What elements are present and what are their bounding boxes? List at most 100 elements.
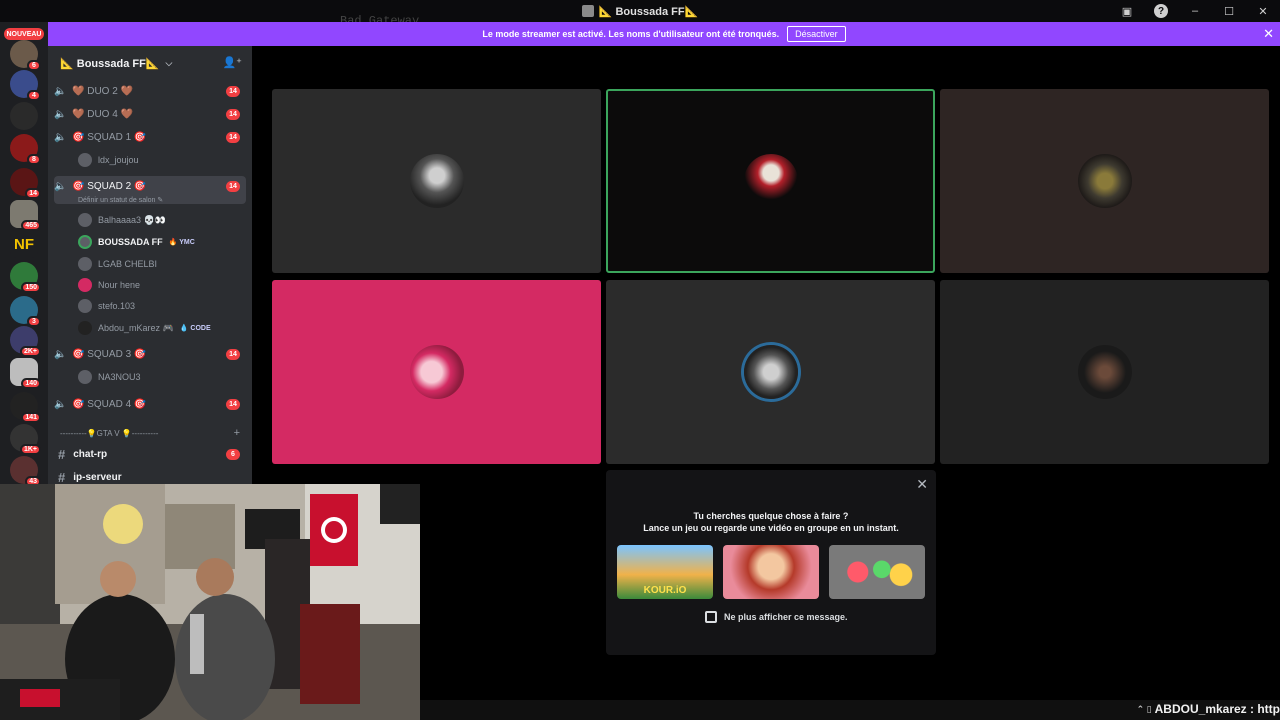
voice-channel-duo-4[interactable]: 🔈 🤎 DUO 4 🤎 14	[54, 106, 246, 122]
activity-line-1: Tu cherches quelque chose à faire ?	[693, 511, 849, 521]
add-channel-icon[interactable]: +	[234, 427, 240, 439]
mention-badge: 14	[226, 85, 240, 97]
voice-member[interactable]: LGAB CHELBI	[78, 257, 157, 271]
activity-title: KOUR.iO	[643, 585, 687, 596]
server-icon[interactable]: 141	[10, 392, 41, 423]
voice-member[interactable]: Balhaaaa3 💀👀	[78, 213, 166, 227]
speaker-icon: 🔈	[54, 348, 67, 360]
channel-label: 🎯 SQUAD 4 🎯	[72, 398, 147, 410]
server-icon[interactable]: 3	[10, 296, 41, 327]
guild-header[interactable]: 📐 Boussada FF📐 ⌵ 👤⁺	[48, 46, 252, 80]
voice-member[interactable]: ldx_joujou	[78, 153, 139, 167]
server-icon[interactable]: 8	[10, 134, 41, 165]
participant-tile[interactable]	[940, 89, 1269, 273]
server-icon[interactable]: 1K+	[10, 424, 41, 455]
chat-rp-badge-row: 6	[54, 448, 246, 460]
server-icon[interactable]: 14	[10, 168, 41, 199]
taskbar: ⌃ ▯ ABDOU_mkarez : http	[420, 700, 1280, 720]
server-badge: 141	[21, 412, 41, 423]
avatar	[78, 257, 92, 271]
window-titlebar: 📐 Boussada FF📐 ▣ ? – ☐ ✕	[0, 0, 1280, 22]
server-badge: 150	[21, 282, 41, 293]
avatar	[78, 370, 92, 384]
server-icon[interactable]: 2K+	[10, 326, 41, 357]
voice-member[interactable]: Nour hene	[78, 278, 140, 292]
avatar	[78, 278, 92, 292]
dont-show-again-checkbox[interactable]	[705, 611, 717, 623]
server-badge: 3	[27, 316, 41, 327]
activity-thumbnail-blobs[interactable]	[829, 545, 925, 599]
tray-icons[interactable]: ⌃ ▯	[1137, 704, 1152, 715]
server-icon[interactable]: 150	[10, 262, 41, 293]
voice-channel-squad-4[interactable]: 🔈 🎯 SQUAD 4 🎯 14	[54, 396, 246, 412]
invite-people-icon[interactable]: 👤⁺	[222, 56, 242, 69]
participant-avatar	[1078, 154, 1132, 208]
activity-message: Tu cherches quelque chose à faire ? Lanc…	[606, 510, 936, 534]
speaker-icon: 🔈	[54, 108, 67, 120]
mention-badge: 14	[226, 398, 240, 410]
participant-tile[interactable]	[272, 280, 601, 464]
participant-avatar	[1078, 345, 1132, 399]
member-name: LGAB CHELBI	[98, 259, 158, 269]
speaker-icon: 🔈	[54, 398, 67, 410]
voice-channel-squad-3[interactable]: 🔈 🎯 SQUAD 3 🎯 14	[54, 346, 246, 362]
window-controls: ▣ ? – ☐ ✕	[1110, 0, 1280, 22]
activity-suggestion-card: ✕ Tu cherches quelque chose à faire ? La…	[606, 470, 936, 655]
participant-tile[interactable]	[940, 280, 1269, 464]
server-badge: 140	[21, 378, 41, 389]
mention-badge: 14	[226, 108, 240, 120]
member-name: NA3NOU3	[98, 372, 141, 382]
participant-avatar	[744, 154, 798, 208]
maximize-button[interactable]: ☐	[1212, 0, 1246, 22]
close-window-button[interactable]: ✕	[1246, 0, 1280, 22]
chevron-down-icon[interactable]: ⌵	[166, 58, 173, 69]
channel-label: 🎯 SQUAD 2 🎯	[72, 181, 147, 192]
speaker-icon: 🔈	[54, 181, 67, 192]
banner-close-icon[interactable]: ✕	[1263, 26, 1274, 42]
category-gta-v[interactable]: ----------💡GTA V 💡----------	[60, 429, 158, 438]
disable-streamer-mode-button[interactable]: Désactiver	[787, 26, 846, 42]
activity-thumbnail-cards[interactable]	[723, 545, 819, 599]
voice-member[interactable]: NA3NOU3	[78, 370, 141, 384]
server-badge: 4	[27, 90, 41, 101]
voice-member[interactable]: stefo.103	[78, 299, 135, 313]
help-icon[interactable]: ?	[1144, 0, 1178, 22]
channel-label: ip-serveur	[73, 472, 122, 483]
mention-badge: 14	[226, 181, 240, 192]
server-icon[interactable]: 43	[10, 456, 41, 487]
channel-status[interactable]: Définir un statut de salon ✎	[78, 196, 163, 204]
app-icon	[581, 5, 594, 17]
server-badge: 14	[25, 188, 41, 199]
speaker-icon: 🔈	[54, 85, 67, 97]
text-channel-ip-serveur[interactable]: # ip-serveur	[58, 470, 122, 485]
voice-member[interactable]: Abdou_mKarez 🎮 💧 CODE	[78, 321, 211, 335]
server-icon-nf[interactable]: NF	[10, 230, 38, 258]
member-name: Abdou_mKarez 🎮	[98, 322, 174, 333]
dont-show-again-label[interactable]: Ne plus afficher ce message.	[724, 612, 848, 622]
stream-ticker: ⌃ ▯ ABDOU_mkarez : http	[1137, 702, 1280, 716]
hash-icon: #	[58, 470, 66, 485]
participant-tile-speaking[interactable]	[606, 89, 935, 273]
server-icon[interactable]	[10, 102, 38, 130]
server-icon[interactable]: 140	[10, 358, 41, 389]
inbox-icon[interactable]: ▣	[1110, 0, 1144, 22]
ticker-text: ABDOU_mkarez : http	[1154, 702, 1280, 716]
voice-channel-squad-1[interactable]: 🔈 🎯 SQUAD 1 🎯 14	[54, 129, 246, 145]
server-icon[interactable]: 6	[10, 40, 41, 71]
close-icon[interactable]: ✕	[916, 476, 928, 493]
member-name: stefo.103	[98, 301, 136, 311]
activity-thumbnail-kour[interactable]: KOUR.iO	[617, 545, 713, 599]
participant-avatar	[744, 345, 798, 399]
participant-tile[interactable]	[272, 89, 601, 273]
webcam-scene	[0, 484, 420, 720]
server-icon[interactable]: 4	[10, 70, 41, 101]
new-badge: NOUVEAU	[4, 28, 44, 40]
avatar	[78, 299, 92, 313]
member-name: BOUSSADA FF	[98, 237, 163, 247]
mention-badge: 6	[226, 448, 240, 460]
server-icon[interactable]: 465	[10, 200, 41, 231]
voice-member[interactable]: BOUSSADA FF 🔥 YMC	[78, 235, 195, 249]
participant-tile[interactable]	[606, 280, 935, 464]
voice-channel-duo-2[interactable]: 🔈 🤎 DUO 2 🤎 14	[54, 83, 246, 99]
minimize-button[interactable]: –	[1178, 0, 1212, 22]
